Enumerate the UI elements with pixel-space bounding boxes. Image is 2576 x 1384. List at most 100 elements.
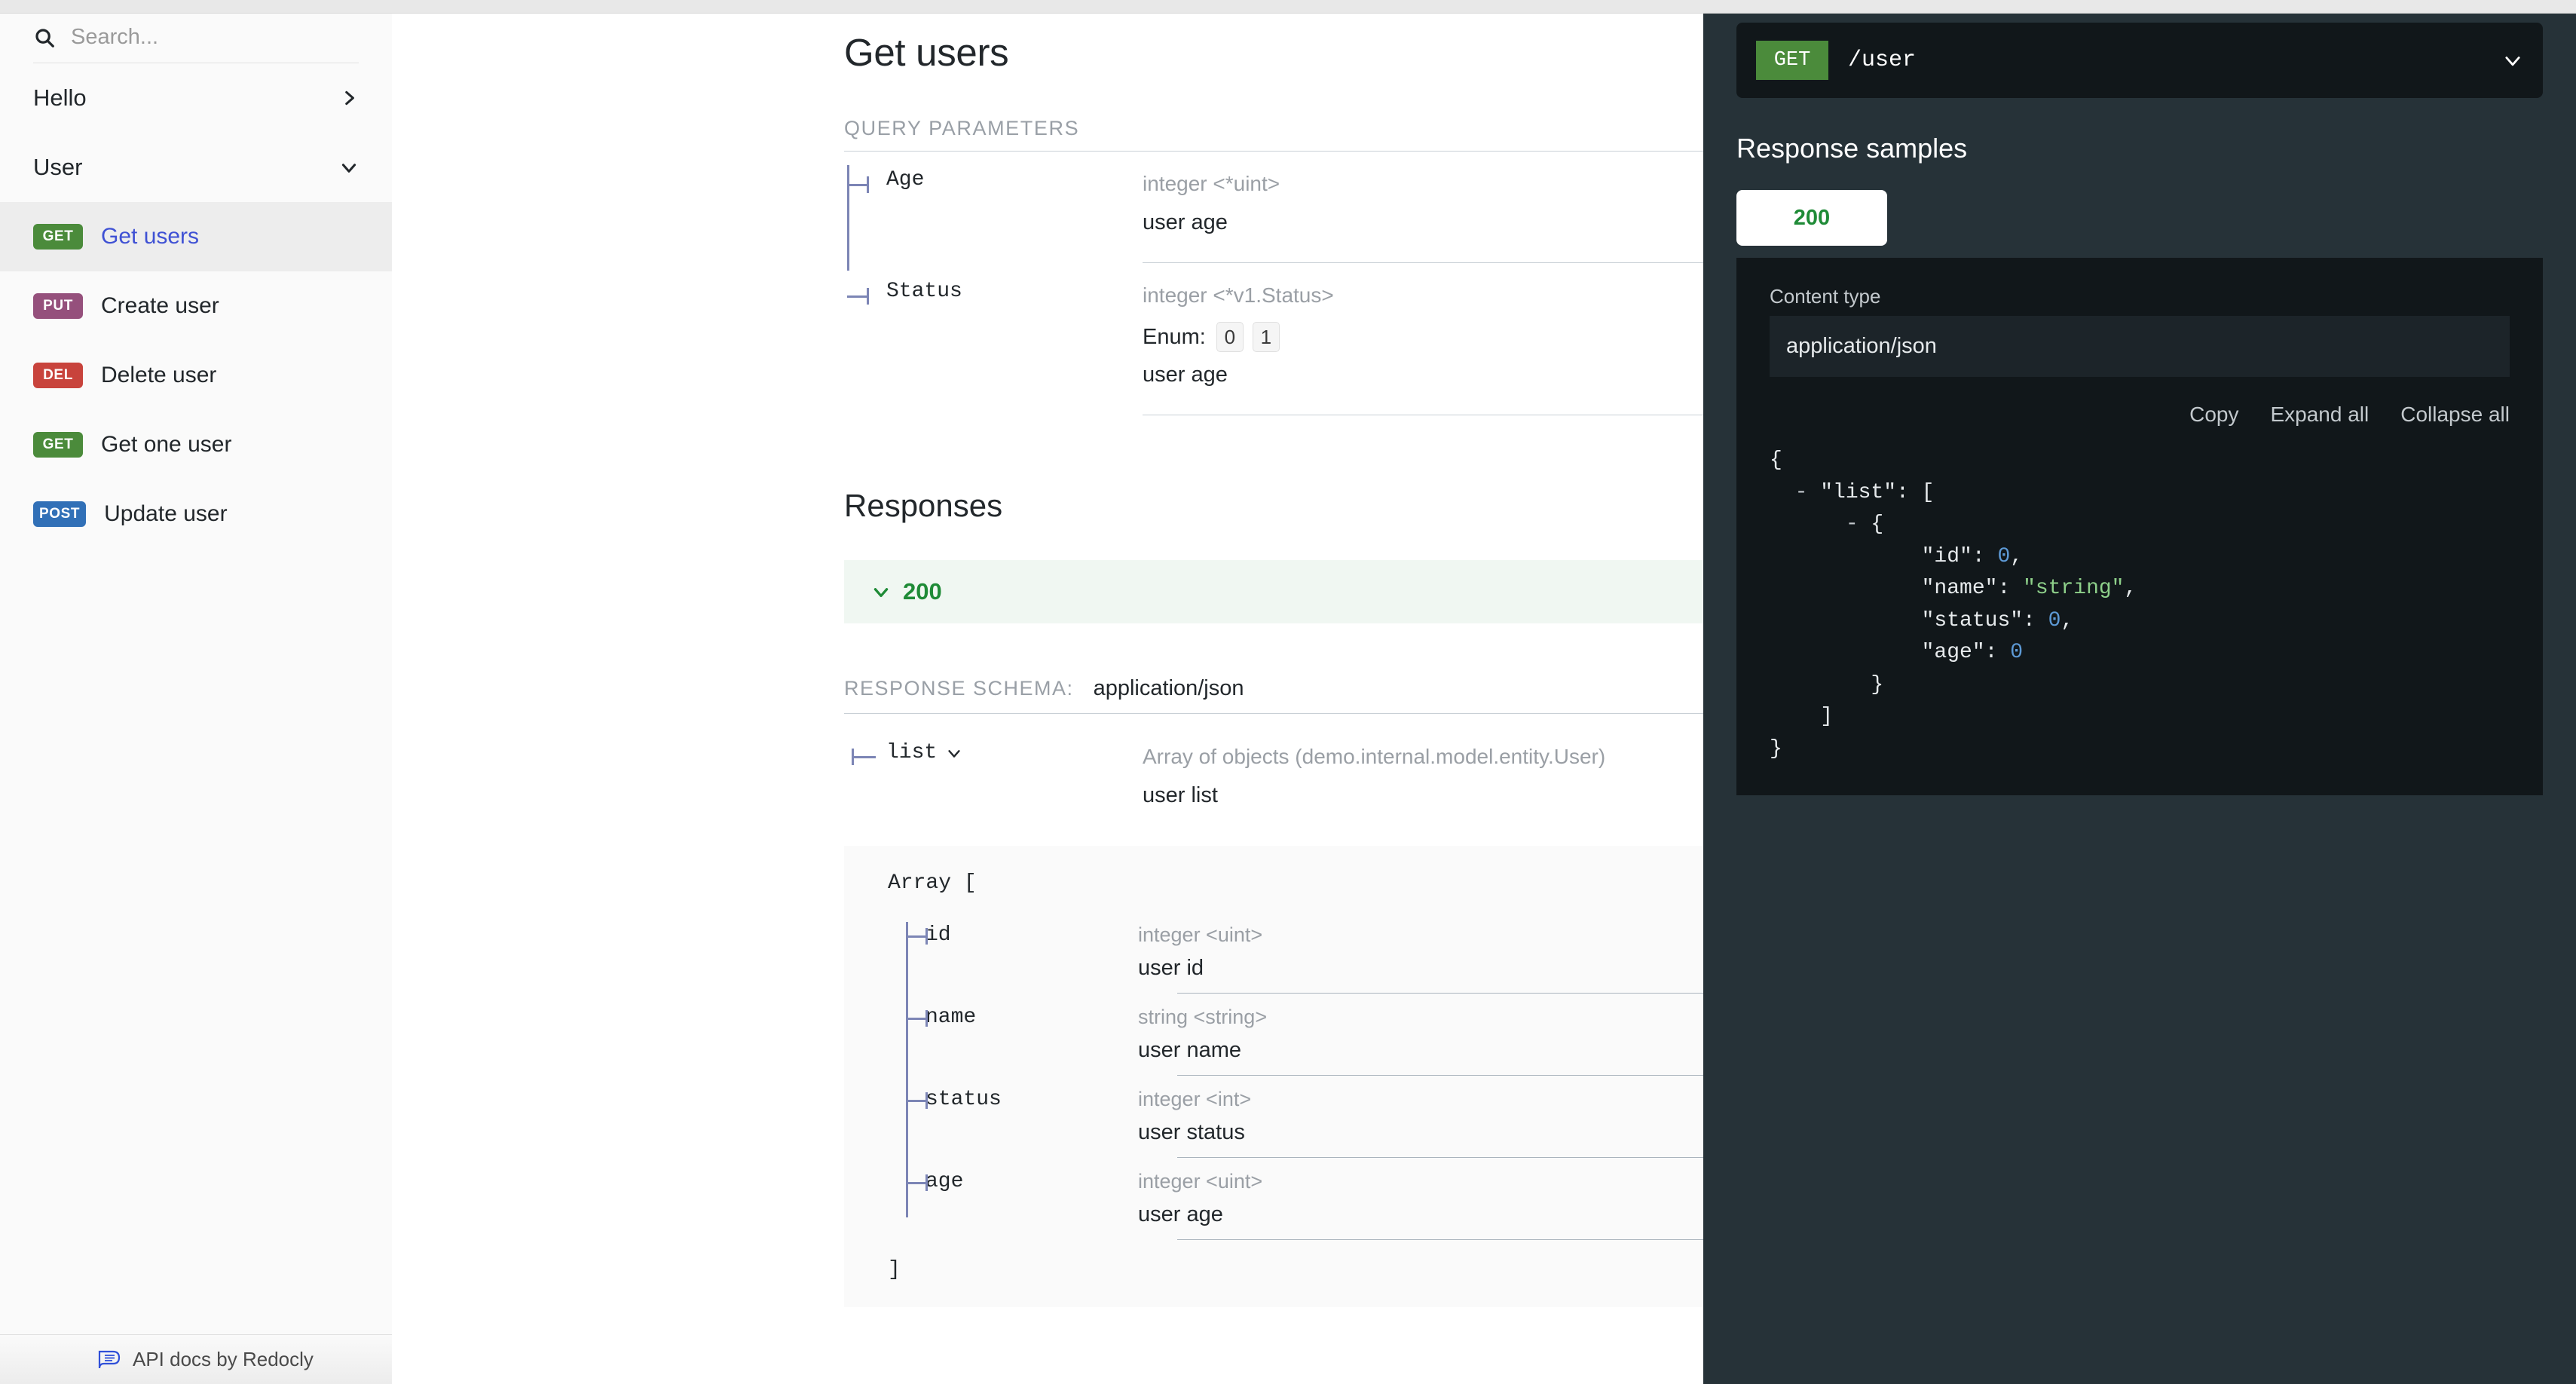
query-parameter-row-age: Age integer <*uint> user age xyxy=(844,152,1703,262)
tree-branch-icon xyxy=(906,1182,927,1184)
row-divider xyxy=(1177,1239,1703,1240)
tree-branch-icon xyxy=(906,1018,927,1020)
sidebar-item-label: Delete user xyxy=(101,363,217,387)
response-200-header[interactable]: 200 xyxy=(844,560,1703,623)
sidebar-item-create-user[interactable]: PUT Create user xyxy=(0,271,392,341)
code-line: ] xyxy=(1770,705,1834,729)
response-samples-title: Response samples xyxy=(1736,133,1968,164)
query-parameters-caption: QUERY PARAMETERS xyxy=(844,117,1703,152)
chevron-down-icon xyxy=(946,745,962,761)
code-line: "name": "string", xyxy=(1770,577,2137,601)
code-line: "id": 0, xyxy=(1770,544,2024,568)
redocly-footer-label: API docs by Redocly xyxy=(133,1348,314,1370)
redoc-app: Hello User GET Get users PUT Create user xyxy=(0,0,2576,1384)
sidebar: Hello User GET Get users PUT Create user xyxy=(0,0,392,1384)
tree-branch-icon xyxy=(847,184,868,186)
chevron-down-icon xyxy=(339,158,359,177)
sidebar-item-label: Get one user xyxy=(101,432,232,457)
tree-branch-icon xyxy=(906,935,927,938)
redocly-logo-icon xyxy=(96,1347,122,1373)
schema-field-row-id: id integer <uint> user id xyxy=(867,911,1703,993)
tree-branch-icon xyxy=(853,756,876,758)
parameter-type: integer <*uint> xyxy=(1143,172,1280,195)
schema-field-row-name: name string <string> user name xyxy=(867,994,1703,1075)
enum-value-chip: 1 xyxy=(1252,322,1280,352)
collapse-all-button[interactable]: Collapse all xyxy=(2400,403,2510,427)
field-type: Array of objects (demo.internal.model.en… xyxy=(1143,745,1606,768)
field-name: id xyxy=(925,923,951,947)
method-badge-get: GET xyxy=(1756,41,1828,80)
response-status-code: 200 xyxy=(903,578,942,605)
page-title: Get users xyxy=(844,31,1009,74)
main-content: Get users QUERY PARAMETERS Age integer <… xyxy=(392,0,1703,1384)
field-type: integer <uint> xyxy=(1138,923,1263,946)
field-name: status xyxy=(925,1088,1002,1111)
method-badge-get: GET xyxy=(33,432,83,458)
method-badge-put: PUT xyxy=(33,293,83,319)
response-schema-value: application/json xyxy=(1093,676,1244,700)
sidebar-item-delete-user[interactable]: DEL Delete user xyxy=(0,341,392,410)
array-open-bracket: Array [ xyxy=(888,871,977,895)
json-sample-code[interactable]: { - "list": [ - { "id": 0, "name": "stri… xyxy=(1770,445,2510,765)
field-description: user list xyxy=(1143,783,1218,807)
code-line: } xyxy=(1770,736,1782,761)
schema-field-row-status: status integer <int> user status xyxy=(867,1076,1703,1157)
parameter-description: user age xyxy=(1143,210,1228,234)
tree-branch-icon xyxy=(906,1100,927,1102)
sidebar-group-label: Hello xyxy=(33,84,87,111)
sidebar-group-label: User xyxy=(33,154,83,180)
code-line: - "list": [ xyxy=(1770,480,1935,504)
response-schema-row: RESPONSE SCHEMA: application/json xyxy=(844,676,1703,714)
responses-title: Responses xyxy=(844,488,1003,523)
parameter-enum: Enum: 0 1 xyxy=(1143,322,1703,352)
sidebar-footer[interactable]: API docs by Redocly xyxy=(0,1334,392,1384)
browser-top-strip xyxy=(0,0,2576,14)
chevron-right-icon xyxy=(339,88,359,108)
code-line: { xyxy=(1770,449,1782,472)
code-line: } xyxy=(1770,672,1884,697)
expand-all-button[interactable]: Expand all xyxy=(2270,403,2369,427)
field-name[interactable]: list xyxy=(886,741,962,764)
search-bar[interactable] xyxy=(33,24,359,63)
sidebar-item-update-user[interactable]: POST Update user xyxy=(0,479,392,549)
field-type: integer <uint> xyxy=(1138,1170,1263,1193)
sidebar-item-get-one-user[interactable]: GET Get one user xyxy=(0,410,392,479)
endpoint-path: /user xyxy=(1848,47,1917,73)
search-icon xyxy=(33,26,56,49)
search-input[interactable] xyxy=(69,24,359,51)
tab-200[interactable]: 200 xyxy=(1736,190,1887,246)
sidebar-item-label: Get users xyxy=(101,224,200,249)
enum-value-chip: 0 xyxy=(1216,322,1244,352)
sidebar-item-get-users[interactable]: GET Get users xyxy=(0,202,392,271)
tree-cap-icon xyxy=(867,176,869,193)
array-fields: id integer <uint> user id name string <s… xyxy=(867,911,1703,1240)
content-type-select[interactable]: application/json xyxy=(1770,316,2510,377)
code-actions: Copy Expand all Collapse all xyxy=(1770,403,2510,427)
response-sample-panel: Content type application/json Copy Expan… xyxy=(1736,258,2543,796)
parameter-type: integer <*v1.Status> xyxy=(1143,283,1334,307)
chevron-down-icon xyxy=(2502,50,2523,71)
field-description: user status xyxy=(1138,1120,1245,1144)
right-panel: GET /user Response samples 200 Content t… xyxy=(1703,0,2576,1384)
endpoint-selector[interactable]: GET /user xyxy=(1736,23,2543,98)
query-parameter-row-status: Status integer <*v1.Status> Enum: 0 1 us… xyxy=(844,263,1703,415)
array-schema-block: Array [ id integer <uint> user id name s… xyxy=(844,846,1703,1307)
sidebar-item-label: Create user xyxy=(101,293,219,318)
field-type: string <string> xyxy=(1138,1006,1268,1028)
response-schema-label: RESPONSE SCHEMA: xyxy=(844,677,1074,700)
code-line: "age": 0 xyxy=(1770,641,2024,665)
response-sample-tabs: 200 xyxy=(1736,190,2543,246)
field-description: user age xyxy=(1138,1202,1223,1226)
array-close-bracket: ] xyxy=(888,1258,901,1281)
parameter-name: Age xyxy=(886,168,925,191)
field-description: user id xyxy=(1138,956,1204,980)
parameter-name: Status xyxy=(886,280,962,303)
field-name-label: list xyxy=(886,741,938,764)
field-name: name xyxy=(925,1006,977,1029)
field-description: user name xyxy=(1138,1038,1242,1062)
copy-button[interactable]: Copy xyxy=(2189,403,2238,427)
sidebar-group-user[interactable]: User xyxy=(0,133,392,202)
query-parameters-table: Age integer <*uint> user age Status inte… xyxy=(844,152,1703,415)
tree-cap-icon xyxy=(925,1092,928,1109)
sidebar-group-hello[interactable]: Hello xyxy=(0,63,392,133)
